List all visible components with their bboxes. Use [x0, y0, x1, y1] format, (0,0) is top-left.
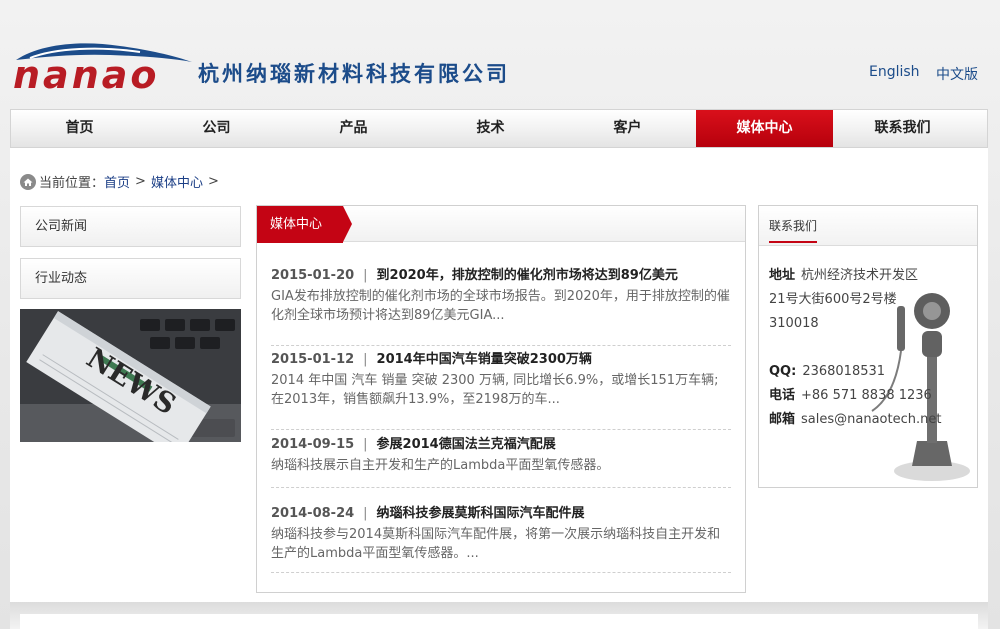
news-summary: 2014 年中国 汽车 销量 突破 2300 万辆, 同比增长6.9%，或增长1…: [271, 373, 719, 407]
news-item[interactable]: 2015-01-20 | 到2020年，排放控制的催化剂市场将达到89亿美元 GIA…: [271, 264, 731, 346]
news-date: 2015-01-20: [271, 268, 355, 283]
news-date: 2014-09-15: [271, 437, 355, 452]
phone-label: 电话: [769, 388, 796, 403]
main-nav: 首页 公司 产品 技术 客户 媒体中心 联系我们: [10, 109, 988, 148]
english-link[interactable]: English: [869, 64, 920, 80]
chinese-link[interactable]: 中文版: [936, 64, 978, 84]
header: nanao 杭州纳瑙新材料科技有限公司 English 中文版: [0, 0, 1000, 108]
contact-panel: 联系我们 地址 杭州经济技术开发区 21号大街600号2号楼 310018 QQ:…: [758, 205, 978, 488]
news-item[interactable]: 2014-09-15 | 参展2014德国法兰克福汽配展 纳瑙科技展示自主开发和生产…: [271, 433, 731, 488]
logo-text: nanao: [13, 53, 160, 93]
media-center-panel: 媒体中心 2015-01-20 | 到2020年，排放控制的催化剂市场将达到89亿美…: [256, 205, 746, 593]
nanao-logo[interactable]: nanao: [10, 38, 195, 97]
news-title-link[interactable]: 参展2014德国法兰克福汽配展: [377, 437, 556, 452]
breadcrumb-separator: >: [207, 174, 219, 189]
address-label: 地址: [769, 268, 796, 283]
phone-number: +86 571 8838 1236: [801, 388, 932, 403]
sidebar-item-industry-news[interactable]: 行业动态: [20, 258, 241, 299]
news-summary: GIA发布排放控制的催化剂市场的全球市场报告。到2020年，用于排放控制的催化剂…: [271, 289, 730, 323]
news-summary: 纳瑙科技参与2014莫斯科国际汽车配件展，将第一次展示纳瑙科技自主开发和生产的L…: [271, 527, 721, 561]
footer-area: [20, 614, 978, 629]
address-line: 杭州经济技术开发区: [801, 268, 919, 283]
contact-panel-title: 联系我们: [769, 211, 818, 243]
nav-item-media-center[interactable]: 媒体中心: [696, 110, 833, 147]
breadcrumb-separator: >: [135, 174, 146, 189]
contact-info: 地址 杭州经济技术开发区 21号大街600号2号楼 310018 QQ: 23680…: [769, 264, 941, 432]
news-item[interactable]: 2014-08-24 | 纳瑙科技参展莫斯科国际汽车配件展 纳瑙科技参与2014莫斯…: [271, 502, 731, 573]
company-name: 杭州纳瑙新材料科技有限公司: [198, 61, 510, 86]
nav-item-company[interactable]: 公司: [148, 110, 285, 147]
nav-item-products[interactable]: 产品: [285, 110, 422, 147]
nav-item-contact[interactable]: 联系我们: [833, 110, 972, 147]
contact-panel-header: 联系我们: [759, 206, 977, 246]
news-item[interactable]: 2015-01-12 | 2014年中国汽车销量突破2300万辆 2014 年中国 …: [271, 348, 731, 430]
email-link[interactable]: sales@nanaotech.net: [801, 412, 941, 427]
address-line: 21号大街600号2号楼: [769, 292, 897, 307]
breadcrumb-home-link[interactable]: 首页: [104, 172, 130, 191]
qq-label: QQ:: [769, 364, 797, 379]
news-image: NEWS: [20, 309, 241, 442]
news-summary: 纳瑙科技展示自主开发和生产的Lambda平面型氧传感器。: [271, 458, 610, 473]
email-label: 邮箱: [769, 412, 796, 427]
nav-item-home[interactable]: 首页: [11, 110, 148, 147]
news-title-link[interactable]: 纳瑙科技参展莫斯科国际汽车配件展: [377, 506, 585, 521]
nav-item-technology[interactable]: 技术: [422, 110, 559, 147]
news-title-link[interactable]: 2014年中国汽车销量突破2300万辆: [377, 352, 592, 367]
news-date: 2014-08-24: [271, 506, 355, 521]
panel-tab-media-center: 媒体中心: [257, 206, 352, 243]
news-title-link[interactable]: 到2020年，排放控制的催化剂市场将达到89亿美元: [377, 268, 678, 283]
sidebar-item-company-news[interactable]: 公司新闻: [20, 206, 241, 247]
breadcrumb-prefix: 当前位置：: [39, 176, 105, 191]
breadcrumb: 当前位置： 首页 > 媒体中心 >: [20, 172, 224, 191]
home-icon: [20, 173, 36, 190]
news-date: 2015-01-12: [271, 352, 355, 367]
breadcrumb-media-center-link[interactable]: 媒体中心: [151, 172, 203, 191]
postal-code: 310018: [769, 316, 819, 331]
nav-item-customers[interactable]: 客户: [559, 110, 696, 147]
qq-number: 2368018531: [802, 364, 886, 379]
